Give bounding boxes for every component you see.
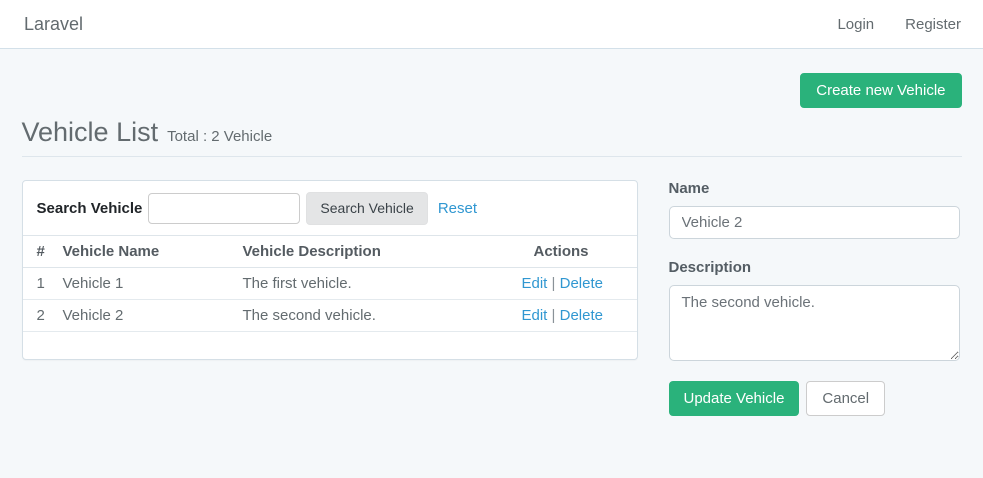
edit-vehicle-form: Name Description The second vehicle. Upd… <box>669 180 960 416</box>
delete-link[interactable]: Delete <box>560 307 603 324</box>
search-button[interactable]: Search Vehicle <box>306 192 427 225</box>
col-header-description: Vehicle Description <box>243 236 512 268</box>
create-button-row: Create new Vehicle <box>22 73 962 108</box>
row-actions: Edit | Delete <box>512 300 637 332</box>
edit-link[interactable]: Edit <box>522 307 548 324</box>
main-container: Create new Vehicle Vehicle List Total : … <box>22 73 962 416</box>
search-label: Search Vehicle <box>37 200 143 217</box>
description-field[interactable]: The second vehicle. <box>669 285 960 361</box>
name-field-group: Name <box>669 180 960 239</box>
cancel-button[interactable]: Cancel <box>806 381 885 416</box>
row-actions: Edit | Delete <box>512 268 637 300</box>
content-row: Search Vehicle Search Vehicle Reset # Ve… <box>22 180 962 416</box>
heading-divider <box>22 156 962 157</box>
name-field[interactable] <box>669 206 960 239</box>
register-link[interactable]: Register <box>905 16 961 33</box>
card-filler <box>23 332 637 359</box>
vehicle-name: Vehicle 2 <box>63 300 243 332</box>
brand-link[interactable]: Laravel <box>24 14 83 35</box>
col-header-number: # <box>23 236 63 268</box>
vehicle-description: The first vehicle. <box>243 268 512 300</box>
action-separator: | <box>552 307 556 324</box>
login-link[interactable]: Login <box>837 16 874 33</box>
vehicle-description: The second vehicle. <box>243 300 512 332</box>
search-input[interactable] <box>148 193 300 224</box>
vehicle-total-count: Total : 2 Vehicle <box>167 128 272 145</box>
vehicle-table: # Vehicle Name Vehicle Description Actio… <box>23 235 637 332</box>
action-separator: | <box>552 275 556 292</box>
delete-link[interactable]: Delete <box>560 275 603 292</box>
page-title: Vehicle List <box>22 117 159 148</box>
update-vehicle-button[interactable]: Update Vehicle <box>669 381 800 416</box>
table-header-row: # Vehicle Name Vehicle Description Actio… <box>23 236 637 268</box>
description-label: Description <box>669 259 960 276</box>
vehicle-list-column: Search Vehicle Search Vehicle Reset # Ve… <box>22 180 638 360</box>
col-header-actions: Actions <box>512 236 637 268</box>
search-bar: Search Vehicle Search Vehicle Reset <box>23 181 637 235</box>
heading-row: Vehicle List Total : 2 Vehicle <box>22 117 962 148</box>
form-buttons: Update Vehicle Cancel <box>669 381 960 416</box>
reset-link[interactable]: Reset <box>438 200 477 217</box>
vehicle-list-card: Search Vehicle Search Vehicle Reset # Ve… <box>22 180 638 360</box>
table-row: 2 Vehicle 2 The second vehicle. Edit | D… <box>23 300 637 332</box>
table-row: 1 Vehicle 1 The first vehicle. Edit | De… <box>23 268 637 300</box>
navbar-links: Login Register <box>837 16 961 33</box>
col-header-name: Vehicle Name <box>63 236 243 268</box>
description-field-group: Description The second vehicle. <box>669 259 960 361</box>
vehicle-name: Vehicle 1 <box>63 268 243 300</box>
create-new-vehicle-button[interactable]: Create new Vehicle <box>800 73 961 108</box>
row-number: 1 <box>23 268 63 300</box>
name-label: Name <box>669 180 960 197</box>
row-number: 2 <box>23 300 63 332</box>
navbar: Laravel Login Register <box>0 0 983 49</box>
edit-link[interactable]: Edit <box>522 275 548 292</box>
